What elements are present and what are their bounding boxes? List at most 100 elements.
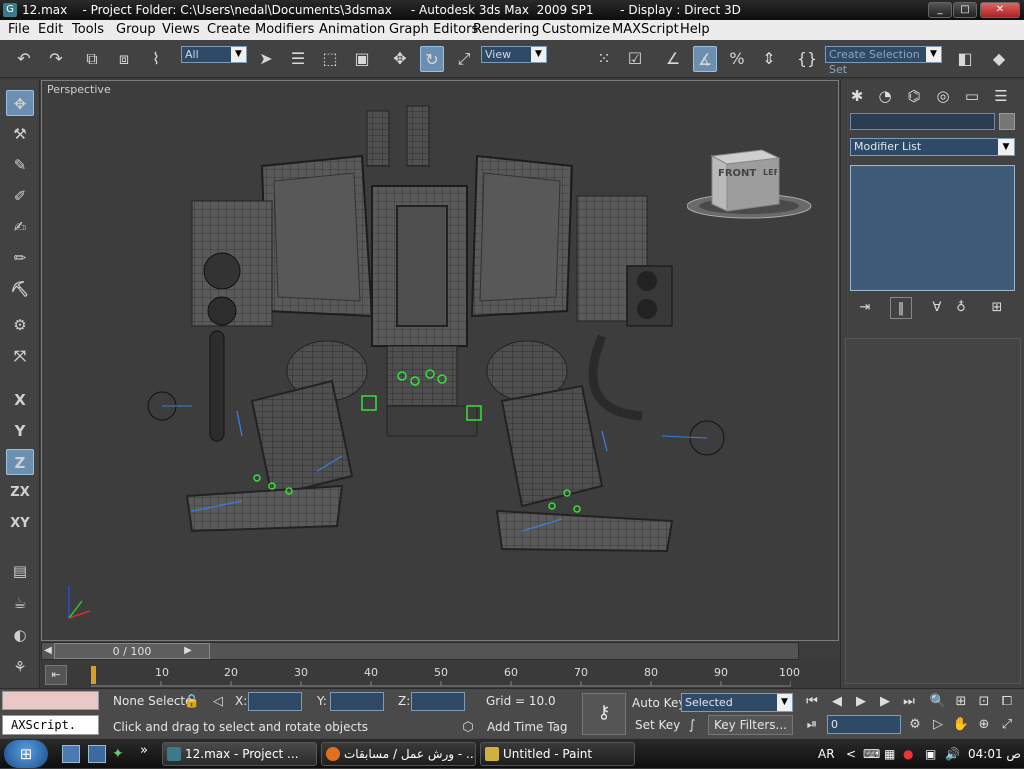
stack-tool-icon[interactable]: ▤ (6, 558, 34, 584)
track-bar[interactable]: ⇤ 10 20 30 40 50 60 70 80 90 100 (41, 662, 839, 688)
window-crossing-icon[interactable]: ▣ (350, 46, 374, 72)
menu-help[interactable]: Help (680, 20, 710, 40)
menu-maxscript[interactable]: MAXScript (612, 20, 679, 40)
viewcube[interactable]: FRONT LEFT (686, 146, 817, 229)
modifier-stack[interactable] (850, 165, 1015, 291)
curve-editor-icon[interactable]: ⇤ (45, 665, 67, 685)
hammer-tool-icon[interactable]: ⚒ (6, 121, 34, 147)
x-coord-field[interactable] (248, 692, 302, 711)
auto-key-button[interactable]: Auto Key (632, 694, 685, 713)
pan-view-icon[interactable]: ✋ (951, 715, 971, 734)
close-button[interactable]: ✕ (980, 2, 1020, 18)
object-name-input[interactable] (850, 113, 995, 130)
default-tangent-icon[interactable]: ∫ (682, 716, 702, 735)
absolute-mode-icon[interactable]: ◁ (208, 692, 228, 711)
perspective-viewport[interactable]: Perspective FRONT LEF (41, 80, 839, 641)
rectangular-selection-icon[interactable]: ⬚ (318, 46, 342, 72)
show-end-result-icon[interactable]: ‖ (890, 297, 912, 319)
angle-snap-icon[interactable]: ∡ (693, 46, 717, 72)
taskbar-item-3dsmax[interactable]: 12.max - Project ... (162, 742, 317, 766)
zoom-extents-icon[interactable]: ⊡ (974, 692, 994, 711)
edit-tool-icon[interactable]: ✍ (6, 214, 34, 240)
unlink-icon[interactable]: ⧈ (112, 46, 136, 72)
language-indicator[interactable]: AR (818, 739, 835, 769)
utilities-tab-icon[interactable]: ☰ (990, 85, 1012, 107)
pin-stack-icon[interactable]: ⇥ (854, 297, 876, 319)
z-coord-field[interactable] (411, 692, 465, 711)
maximize-viewport-icon[interactable]: ⤢ (997, 715, 1017, 734)
reference-coordinate-dropdown[interactable]: View ▼ (481, 46, 547, 63)
zoom-all-icon[interactable]: ⊞ (951, 692, 971, 711)
select-by-name-icon[interactable]: ☰ (286, 46, 310, 72)
zoom-extents-all-icon[interactable]: ⧠ (997, 692, 1017, 711)
snaps-toggle-icon[interactable]: ∠ (661, 46, 685, 72)
field-of-view-icon[interactable]: ▷ (928, 715, 948, 734)
previous-frame-icon[interactable]: ◀ (827, 692, 847, 711)
quick-launch-expand-icon[interactable]: » (140, 743, 148, 758)
time-slider[interactable]: ◀ 0 / 100 ▶ (41, 642, 799, 660)
select-and-rotate-icon[interactable]: ↻ (420, 46, 444, 72)
menu-modifiers[interactable]: Modifiers (255, 20, 314, 40)
menu-views[interactable]: Views (162, 20, 200, 40)
axis-y-button[interactable]: Y (6, 418, 34, 444)
motion-tab-icon[interactable]: ◎ (932, 85, 954, 107)
key-mode-dropdown[interactable]: Selected ▼ (681, 693, 793, 712)
pencil-tool-icon[interactable]: ✏ (6, 245, 34, 271)
lock-selection-icon[interactable]: 🔒 (182, 692, 202, 711)
menu-customize[interactable]: Customize (542, 20, 610, 40)
select-and-scale-icon[interactable]: ⤢ (452, 46, 476, 72)
menu-group[interactable]: Group (116, 20, 156, 40)
time-slider-next-icon[interactable]: ▶ (182, 643, 194, 659)
key-filters-button[interactable]: Key Filters... (708, 715, 793, 735)
display-tab-icon[interactable]: ▭ (961, 85, 983, 107)
set-key-button[interactable]: Set Key (635, 716, 680, 735)
create-tab-icon[interactable]: ✱ (846, 85, 868, 107)
menu-file[interactable]: File (8, 20, 30, 40)
axis-xy-tool-icon[interactable]: ⤧ (6, 343, 34, 369)
select-and-move-icon[interactable]: ✥ (388, 46, 412, 72)
menu-tools[interactable]: Tools (72, 20, 104, 40)
set-key-mode-key-icon[interactable]: ⚷ (582, 693, 626, 735)
configure-modifier-sets-icon[interactable]: ⊞ (986, 297, 1008, 319)
menu-animation[interactable]: Animation (319, 20, 385, 40)
menu-rendering[interactable]: Rendering (473, 20, 539, 40)
axis-z-button[interactable]: Z (6, 449, 34, 475)
remove-modifier-icon[interactable]: ♁ (950, 297, 972, 319)
axis-xy-button[interactable]: XY (6, 511, 34, 537)
select-and-move-tool-icon[interactable]: ✥ (6, 90, 34, 116)
tray-antivirus-icon[interactable]: ● (903, 739, 913, 769)
modifier-list-dropdown[interactable]: Modifier List ▼ (850, 138, 1015, 156)
align-icon[interactable]: ◆ (987, 46, 1011, 72)
sphere-tool-icon[interactable]: ◐ (6, 622, 34, 648)
selection-filter-dropdown[interactable]: All ▼ (181, 46, 247, 63)
bind-space-warp-icon[interactable]: ⌇ (144, 46, 168, 72)
hierarchy-tab-icon[interactable]: ⌬ (903, 85, 925, 107)
quick-launch-explorer-icon[interactable] (88, 745, 106, 763)
tray-display-icon[interactable]: ▣ (925, 739, 936, 769)
teapot-tool-icon[interactable]: ☕ (6, 590, 34, 616)
axis-x-button[interactable]: X (6, 387, 34, 413)
modify-tab-icon[interactable]: ◔ (874, 85, 896, 107)
axis-zx-button[interactable]: ZX (6, 480, 34, 506)
brush-paint-tool-icon[interactable]: ⚘ (6, 654, 34, 680)
menu-create[interactable]: Create (207, 20, 250, 40)
make-unique-icon[interactable]: ∀ (926, 297, 948, 319)
start-button[interactable]: ⊞ (4, 740, 48, 768)
maxscript-listener-pink[interactable] (2, 691, 99, 710)
brush-tool-icon[interactable]: ✎ (6, 152, 34, 178)
key-mode-toggle-icon[interactable]: ⏯ (802, 715, 822, 734)
fill-tool-icon[interactable]: ⛏ (6, 276, 34, 302)
time-slider-prev-icon[interactable]: ◀ (42, 643, 54, 659)
snap-tool-icon[interactable]: ⚙ (6, 312, 34, 338)
tray-keyboard-icon[interactable]: ⌨ (863, 739, 880, 769)
menu-edit[interactable]: Edit (38, 20, 63, 40)
y-coord-field[interactable] (330, 692, 384, 711)
edit-named-selection-icon[interactable]: {} (795, 46, 819, 72)
go-to-start-icon[interactable]: ⏮ (802, 692, 822, 711)
minimize-button[interactable]: _ (928, 2, 952, 18)
taskbar-item-paint[interactable]: Untitled - Paint (480, 742, 635, 766)
mirror-icon[interactable]: ◧ (953, 46, 977, 72)
select-and-link-icon[interactable]: ⧉ (80, 46, 104, 72)
orbit-icon[interactable]: ⊕ (974, 715, 994, 734)
select-object-icon[interactable]: ➤ (254, 46, 278, 72)
